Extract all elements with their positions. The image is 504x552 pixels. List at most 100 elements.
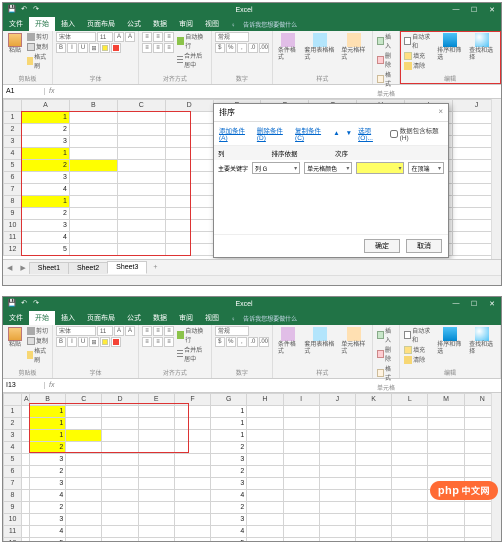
tab-view[interactable]: 视图 — [199, 311, 225, 325]
delete-level[interactable]: 删除条件(D) — [257, 125, 289, 142]
close-button[interactable]: ✕ — [483, 6, 501, 14]
align-left[interactable]: ≡ — [142, 43, 152, 53]
sheet-tab-1[interactable]: Sheet1 — [29, 262, 69, 274]
tab-formulas[interactable]: 公式 — [121, 17, 147, 31]
tell-me[interactable]: ♀ 告诉我您想要做什么 — [225, 312, 309, 325]
min-button[interactable]: — — [447, 6, 465, 14]
sort-options[interactable]: 选项(O)... — [358, 125, 384, 142]
sheet-tab-3[interactable]: Sheet3 — [107, 261, 147, 274]
insert-cells[interactable]: 插入 — [376, 32, 396, 50]
name-box[interactable]: A1 — [3, 88, 45, 95]
percent[interactable]: % — [226, 43, 236, 53]
tab-view[interactable]: 视图 — [199, 17, 225, 31]
bold-button[interactable]: B — [56, 43, 66, 53]
grow-font[interactable]: A — [114, 32, 124, 42]
close-button[interactable]: ✕ — [483, 300, 501, 308]
copy-button[interactable]: 复制 — [26, 42, 49, 51]
tab-formulas[interactable]: 公式 — [121, 311, 147, 325]
copy-level[interactable]: 复制条件(C) — [295, 125, 327, 142]
tab-layout[interactable]: 页面布局 — [81, 17, 121, 31]
find-select[interactable]: 查找和选择 — [467, 32, 497, 62]
tab-insert[interactable]: 插入 — [55, 311, 81, 325]
shrink-font[interactable]: A — [125, 32, 135, 42]
header-checkbox[interactable]: 数据包含标题(H) — [390, 125, 443, 142]
cond-format[interactable]: 条件格式 — [276, 32, 301, 62]
tab-insert[interactable]: 插入 — [55, 17, 81, 31]
fill-color-button[interactable] — [100, 43, 110, 53]
sort-position[interactable]: 在顶端▾ — [408, 162, 444, 174]
fx-icon[interactable]: fx — [45, 88, 58, 95]
format-cells[interactable]: 格式 — [376, 70, 396, 88]
tab-nav-next[interactable]: ▶ — [16, 264, 29, 272]
tab-file[interactable]: 文件 — [3, 311, 29, 325]
underline-button[interactable]: U — [78, 43, 88, 53]
align-mid[interactable]: ≡ — [153, 32, 163, 42]
grid-bottom[interactable]: ABCDEFGHIJKLMN 111 211 311 422 533 622 7… — [3, 393, 501, 541]
vscroll[interactable] — [491, 99, 501, 259]
qat-redo-icon[interactable]: ↷ — [31, 299, 41, 309]
paste-button[interactable]: 粘贴 — [6, 326, 24, 350]
tab-file[interactable]: 文件 — [3, 17, 29, 31]
qat-save-icon[interactable]: 💾 — [7, 299, 17, 309]
sort-on-select[interactable]: 单元格颜色▾ — [304, 162, 352, 174]
max-button[interactable]: ☐ — [465, 300, 483, 308]
tab-home[interactable]: 开始 — [29, 17, 55, 31]
align-bot[interactable]: ≡ — [164, 32, 174, 42]
tab-layout[interactable]: 页面布局 — [81, 311, 121, 325]
delete-cells[interactable]: 删除 — [376, 51, 396, 69]
autosum[interactable]: 自动求和 — [403, 32, 433, 50]
sort-column-select[interactable]: 列 G▾ — [252, 162, 300, 174]
inc-dec[interactable]: .0 — [248, 43, 258, 53]
vscroll[interactable] — [491, 393, 501, 541]
new-sheet[interactable]: + — [147, 264, 163, 271]
move-down-icon[interactable]: ▼ — [346, 130, 352, 137]
font-size[interactable]: 11 — [97, 32, 113, 42]
italic-button[interactable]: I — [67, 43, 77, 53]
worksheet-bottom: ABCDEFGHIJKLMN 111 211 311 422 533 622 7… — [3, 393, 501, 541]
comma[interactable]: , — [237, 43, 247, 53]
sort-filter[interactable]: 排序和筛选 — [435, 32, 465, 62]
currency[interactable]: $ — [215, 43, 225, 53]
max-button[interactable]: ☐ — [465, 6, 483, 14]
ribbon: 粘贴 剪切 复制 格式刷 剪贴板 宋体 11 A A — [3, 31, 501, 85]
paste-button[interactable]: 粘贴 — [6, 32, 24, 56]
table-format[interactable]: 套用表格格式 — [302, 32, 337, 62]
move-up-icon[interactable]: ▲ — [333, 130, 339, 137]
tab-nav-prev[interactable]: ◀ — [3, 264, 16, 272]
painter-button[interactable]: 格式刷 — [26, 52, 49, 70]
tell-me[interactable]: ♀ 告诉我您想要做什么 — [225, 18, 309, 31]
number-format[interactable]: 常规 — [215, 32, 249, 42]
fill[interactable]: 填充 — [403, 51, 433, 60]
tab-review[interactable]: 审阅 — [173, 17, 199, 31]
merge-button[interactable]: 合并后居中 — [176, 51, 208, 69]
border-button[interactable]: ⊞ — [89, 43, 99, 53]
cell-style[interactable]: 单元格样式 — [339, 32, 369, 62]
fx-icon[interactable]: fx — [45, 382, 58, 389]
font-name[interactable]: 宋体 — [56, 32, 96, 42]
add-level[interactable]: 添加条件(A) — [219, 125, 251, 142]
wrap-button[interactable]: 自动换行 — [176, 32, 208, 50]
align-right[interactable]: ≡ — [164, 43, 174, 53]
qat-undo-icon[interactable]: ↶ — [19, 5, 29, 15]
align-ctr[interactable]: ≡ — [153, 43, 163, 53]
hscroll[interactable] — [3, 275, 501, 285]
cancel-button[interactable]: 取消 — [406, 239, 442, 253]
dec-dec[interactable]: .00 — [259, 43, 269, 53]
font-color-button[interactable] — [111, 43, 121, 53]
sort-order-color[interactable]: ▾ — [356, 162, 404, 174]
name-box[interactable]: I13 — [3, 382, 45, 389]
qat-redo-icon[interactable]: ↷ — [31, 5, 41, 15]
min-button[interactable]: — — [447, 300, 465, 308]
cut-button[interactable]: 剪切 — [26, 32, 49, 41]
dialog-close-icon[interactable]: × — [438, 107, 443, 118]
clear[interactable]: 清除 — [403, 61, 433, 70]
align-top[interactable]: ≡ — [142, 32, 152, 42]
tab-data[interactable]: 数据 — [147, 17, 173, 31]
tab-data[interactable]: 数据 — [147, 311, 173, 325]
qat-save-icon[interactable]: 💾 — [7, 5, 17, 15]
ok-button[interactable]: 确定 — [364, 239, 400, 253]
tab-review[interactable]: 审阅 — [173, 311, 199, 325]
tab-home[interactable]: 开始 — [29, 311, 55, 325]
qat-undo-icon[interactable]: ↶ — [19, 299, 29, 309]
sheet-tab-2[interactable]: Sheet2 — [68, 262, 108, 274]
